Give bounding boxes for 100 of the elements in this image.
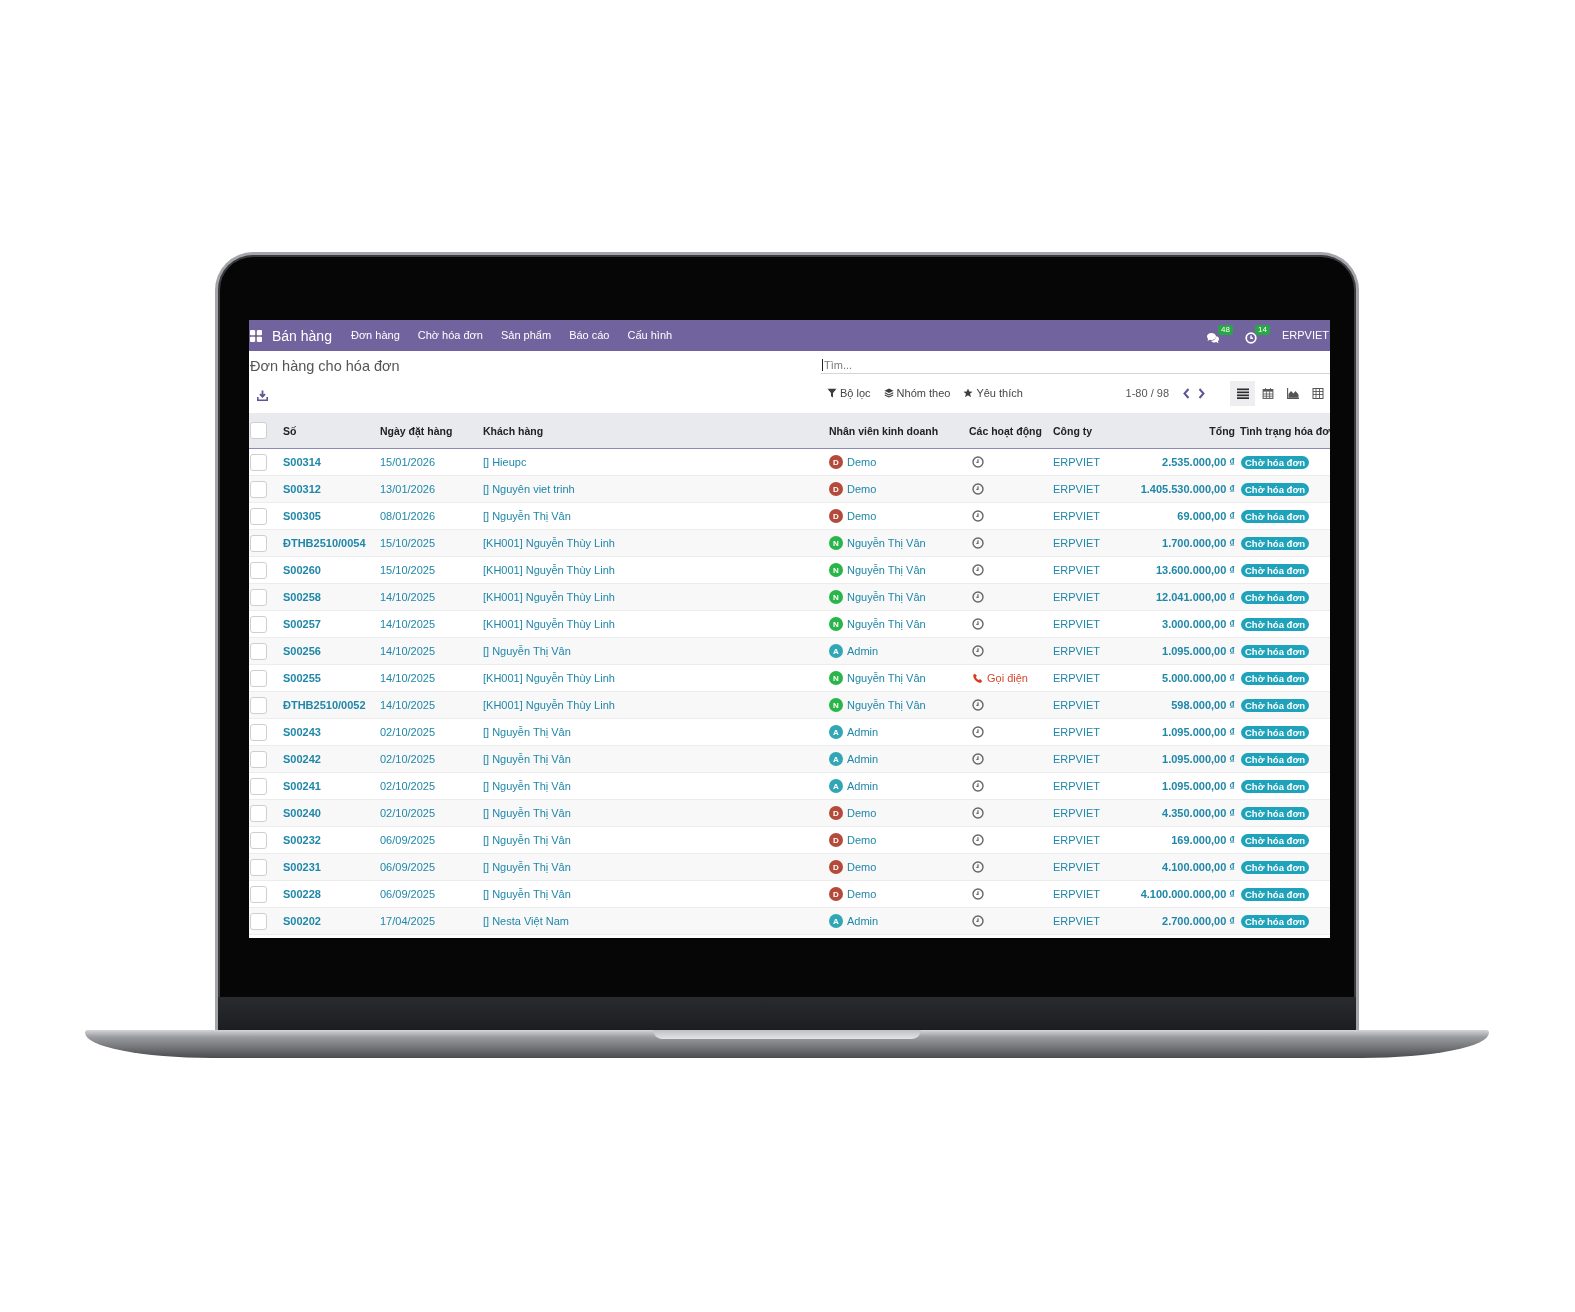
order-total: 1.095.000,00 ₫ (1162, 780, 1235, 792)
order-total: 1.095.000,00 ₫ (1162, 645, 1235, 657)
row-checkbox[interactable] (250, 723, 267, 741)
favorites-button[interactable]: Yêu thích (963, 386, 1023, 400)
order-total: 1.095.000,00 ₫ (1162, 726, 1235, 738)
column-header[interactable]: Công ty (1053, 424, 1093, 437)
status-badge: Chờ hóa đơn (1241, 617, 1309, 631)
menu-item[interactable]: Đơn hàng (341, 320, 409, 351)
filters-button[interactable]: Bộ lọc (827, 386, 871, 400)
row-checkbox[interactable] (250, 642, 267, 660)
chat-icon (1205, 331, 1220, 344)
salesperson-name: Admin (847, 726, 879, 738)
status-badge: Chờ hóa đơn (1241, 725, 1309, 739)
column-header[interactable]: Tổng (1209, 424, 1235, 437)
table-row[interactable]: S00242 02/10/2025 [] Nguyễn Thị Vân A Admin ERPVIET 1.095.000,00 ₫ Chờ hóa đơn (249, 746, 1330, 773)
company-name: ERPVIET (1053, 699, 1101, 711)
clock-icon[interactable] (972, 645, 984, 657)
row-checkbox[interactable] (250, 669, 267, 687)
pager-value[interactable]: 1-80 / 98 (1125, 387, 1169, 399)
order-number: S00312 (283, 483, 321, 495)
activity-label[interactable]: Gọi điện (987, 672, 1028, 684)
search-field[interactable]: Tìm... (821, 356, 1330, 374)
order-number: S00242 (283, 753, 321, 765)
column-header[interactable]: Khách hàng (483, 424, 544, 437)
salesperson-name: Nguyễn Thị Vân (847, 618, 926, 630)
column-header[interactable]: Ngày đặt hàng (380, 424, 453, 437)
table-row[interactable]: ĐTHB2510/0052 14/10/2025 [KH001] Nguyễn Thùy Linh N Nguyễn Thị Vân ERPVIET 598.000,00 ₫ Chờ hóa đơn (249, 692, 1330, 719)
row-checkbox[interactable] (250, 615, 267, 633)
company-switcher[interactable]: ERPVIET (1281, 320, 1329, 351)
menu-item[interactable]: Sản phẩm (491, 320, 561, 351)
clock-icon[interactable] (972, 699, 984, 711)
customer-name: [KH001] Nguyễn Thùy Linh (483, 699, 615, 711)
column-header[interactable]: Số (283, 424, 297, 437)
user-avatar: A (829, 725, 843, 739)
chevron-left-icon (1183, 387, 1190, 399)
clock-icon[interactable] (972, 807, 984, 819)
row-checkbox[interactable] (250, 804, 267, 822)
table-row[interactable]: S00258 14/10/2025 [KH001] Nguyễn Thùy Linh N Nguyễn Thị Vân ERPVIET 12.041.000,00 ₫ Chờ hóa đơn (249, 584, 1330, 611)
select-all-checkbox[interactable] (250, 422, 267, 439)
row-checkbox[interactable] (250, 453, 267, 471)
order-total: 4.100.000,00 ₫ (1162, 861, 1235, 873)
row-checkbox[interactable] (250, 561, 267, 579)
column-header[interactable]: Các hoạt động (969, 424, 1042, 437)
order-total: 1.700.000,00 ₫ (1162, 537, 1235, 549)
clock-icon[interactable] (972, 591, 984, 603)
clock-icon[interactable] (972, 753, 984, 765)
customer-name: [] Nguyễn Thị Vân (483, 645, 571, 657)
clock-icon[interactable] (972, 483, 984, 495)
salesperson-name: Nguyễn Thị Vân (847, 699, 926, 711)
status-badge: Chờ hóa đơn (1241, 833, 1309, 847)
row-checkbox[interactable] (250, 831, 267, 849)
clock-icon[interactable] (972, 780, 984, 792)
view-switch-button[interactable] (1230, 380, 1255, 406)
messages-button[interactable]: 48 (1205, 320, 1233, 351)
clock-icon[interactable] (972, 915, 984, 927)
order-number: S00231 (283, 861, 321, 873)
table-row[interactable]: S00240 02/10/2025 [] Nguyễn Thị Vân D Demo ERPVIET 4.350.000,00 ₫ Chờ hóa đơn (249, 800, 1330, 827)
table-row[interactable]: S00312 13/01/2026 [] Nguyên viet trinh D Demo ERPVIET 1.405.530.000,00 ₫ Chờ hóa đơn (249, 476, 1330, 503)
order-total: 13.600.000,00 ₫ (1155, 564, 1235, 576)
table-row[interactable]: S00231 06/09/2025 [] Nguyễn Thị Vân D Demo ERPVIET 4.100.000,00 ₫ Chờ hóa đơn (249, 854, 1330, 881)
notification-count: 48 (1218, 325, 1233, 335)
menu-item[interactable]: Chờ hóa đơn (408, 320, 492, 351)
user-avatar: N (829, 698, 843, 712)
activities-button[interactable]: 14 (1244, 320, 1270, 351)
menu-item[interactable]: Cấu hình (618, 320, 682, 351)
row-checkbox[interactable] (250, 777, 267, 795)
column-header[interactable]: Nhân viên kinh doanh (829, 424, 939, 437)
status-badge: Chờ hóa đơn (1241, 644, 1309, 658)
row-checkbox[interactable] (250, 588, 267, 606)
apps-menu-button[interactable] (250, 329, 262, 342)
row-checkbox[interactable] (250, 696, 267, 714)
order-date: 08/01/2026 (380, 510, 436, 522)
column-header[interactable]: Tình trạng hóa đơ (1240, 424, 1330, 437)
company-name: ERPVIET (1053, 672, 1101, 684)
row-checkbox[interactable] (250, 750, 267, 768)
clock-icon[interactable] (972, 564, 984, 576)
row-checkbox[interactable] (250, 885, 267, 903)
clock-icon[interactable] (972, 510, 984, 522)
row-checkbox[interactable] (250, 858, 267, 876)
table-row[interactable]: S00256 14/10/2025 [] Nguyễn Thị Vân A Admin ERPVIET 1.095.000,00 ₫ Chờ hóa đơn (249, 638, 1330, 665)
row-checkbox[interactable] (250, 507, 267, 525)
order-number: S00243 (283, 726, 321, 738)
clock-icon[interactable] (972, 888, 984, 900)
table-row[interactable]: S00202 17/04/2025 [] Nesta Việt Nam A Admin ERPVIET 2.700.000,00 ₫ Chờ hóa đơn (249, 908, 1330, 935)
group-by-button[interactable]: Nhóm theo (883, 386, 951, 400)
row-checkbox[interactable] (250, 912, 267, 930)
clock-icon[interactable] (972, 618, 984, 630)
export-button[interactable] (257, 390, 268, 401)
row-checkbox[interactable] (250, 480, 267, 498)
clock-icon[interactable] (972, 537, 984, 549)
table-row[interactable]: ĐTHB2510/0054 15/10/2025 [KH001] Nguyễn Thùy Linh N Nguyễn Thị Vân ERPVIET 1.700.000,00 ₫ Chờ hóa đơn (249, 530, 1330, 557)
clock-icon[interactable] (972, 861, 984, 873)
clock-icon[interactable] (972, 834, 984, 846)
menu-item[interactable]: Báo cáo (560, 320, 619, 351)
order-date: 02/10/2025 (380, 780, 436, 792)
status-badge: Chờ hóa đơn (1241, 509, 1309, 523)
row-checkbox[interactable] (250, 534, 267, 552)
clock-icon[interactable] (972, 456, 984, 468)
clock-icon[interactable] (972, 726, 984, 738)
company-name: ERPVIET (1053, 591, 1101, 603)
